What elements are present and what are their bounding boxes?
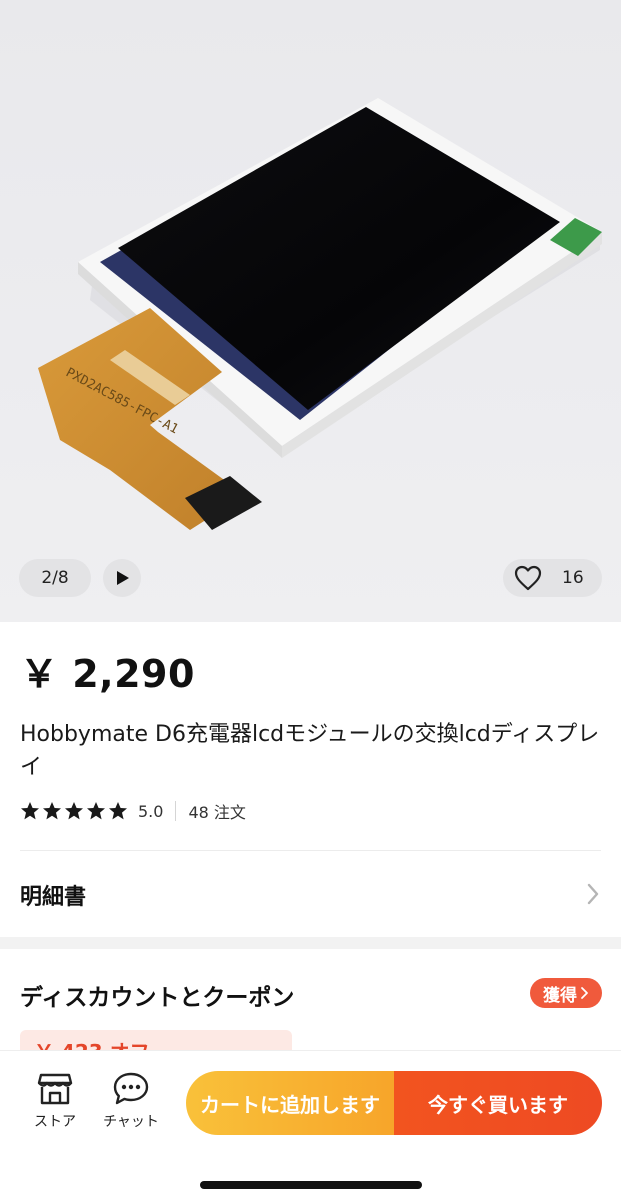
product-title: Hobbymate D6充電器lcdモジュールの交換lcdディスプレイ [20,722,600,780]
coupons-title: ディスカウントとクーポン [20,985,295,1011]
chat-label: チャット [103,1114,159,1130]
buy-now-button[interactable]: 今すぐ買います [394,1071,602,1135]
image-counter: 2/8 [19,559,91,597]
star-icon [109,802,127,820]
store-label: ストア [34,1114,76,1130]
product-price: ￥ 2,290 [20,652,195,696]
orders-count: 48 注文 [188,803,246,822]
star-icon [43,802,61,820]
likes-count: 16 [562,568,584,588]
play-icon [117,571,129,585]
chat-button[interactable]: チャット [101,1071,161,1131]
divider [20,850,601,851]
get-coupon-button[interactable]: 獲得 [530,978,602,1008]
purchase-buttons: カートに追加します 今すぐ買います [186,1071,602,1135]
star-icon [65,802,83,820]
divider [175,801,177,821]
chevron-right-icon [581,987,588,999]
star-icon [21,802,39,820]
star-icon [87,802,105,820]
add-to-cart-button[interactable]: カートに追加します [186,1071,394,1135]
rating-row[interactable]: 5.0 48 注文 [20,798,246,824]
section-separator [0,937,621,949]
store-button[interactable]: ストア [25,1071,85,1131]
heart-outline-icon [514,565,542,591]
star-rating [20,801,128,821]
product-image-gallery[interactable]: PXD2AC585-FPC-A1 2/8 16 [0,0,621,622]
home-indicator [200,1181,422,1189]
details-row[interactable]: 明細書 [0,852,621,936]
get-coupon-label: 獲得 [543,985,577,1006]
wishlist-button[interactable]: 16 [503,559,602,597]
play-video-button[interactable] [103,559,141,597]
bottom-action-bar: ストア チャット カートに追加します 今すぐ買います [0,1050,621,1200]
store-icon [37,1073,73,1105]
product-photo: PXD2AC585-FPC-A1 [38,98,602,530]
rating-score: 5.0 [138,801,164,821]
chat-icon [113,1072,149,1105]
details-label: 明細書 [20,885,87,910]
chevron-right-icon [587,883,599,905]
